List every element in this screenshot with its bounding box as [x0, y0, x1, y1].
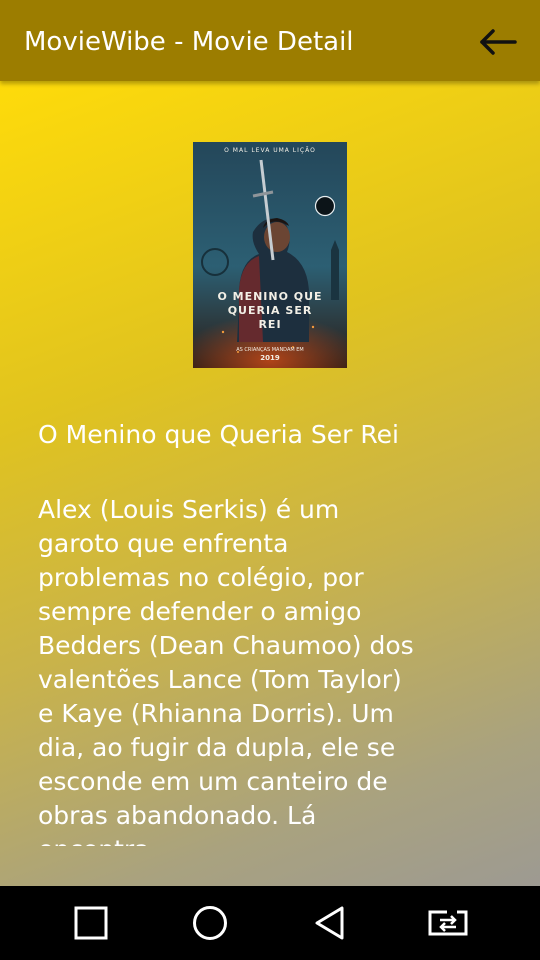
detail-content[interactable]: O MAL LEVA UMA LIÇÃO O MENINO QUE QUERIA…	[0, 81, 540, 886]
back-button[interactable]	[468, 18, 528, 66]
poster-release-year: 2019	[260, 354, 280, 362]
circle-home-icon	[193, 906, 227, 940]
poster-release-text: AS CRIANÇAS MANDAM EM	[236, 347, 304, 353]
screen-cast-icon	[428, 908, 468, 936]
poster-tagline: O MAL LEVA UMA LIÇÃO	[224, 147, 316, 154]
home-button[interactable]	[180, 901, 240, 945]
triangle-back-icon	[315, 906, 344, 940]
cast-button[interactable]	[418, 901, 478, 945]
movie-poster: O MAL LEVA UMA LIÇÃO O MENINO QUE QUERIA…	[193, 142, 347, 368]
back-nav-button[interactable]	[300, 901, 360, 945]
movie-detail-screen: MovieWibe - Movie Detail O MAL LEVA UMA …	[0, 0, 540, 960]
arrow-left-icon	[480, 29, 517, 55]
system-navigation-bar	[0, 886, 540, 960]
app-bar: MovieWibe - Movie Detail	[0, 0, 540, 81]
poster-title-art: O MENINO QUE QUERIA SER REI	[217, 290, 323, 331]
movie-description: Alex (Louis Serkis) é um garoto que enfr…	[38, 495, 414, 846]
movie-title: O Menino que Queria Ser Rei	[38, 420, 399, 449]
recents-button[interactable]	[61, 901, 121, 945]
square-recents-icon	[74, 906, 108, 940]
page-title: MovieWibe - Movie Detail	[24, 27, 354, 57]
poster-artwork	[193, 142, 347, 368]
